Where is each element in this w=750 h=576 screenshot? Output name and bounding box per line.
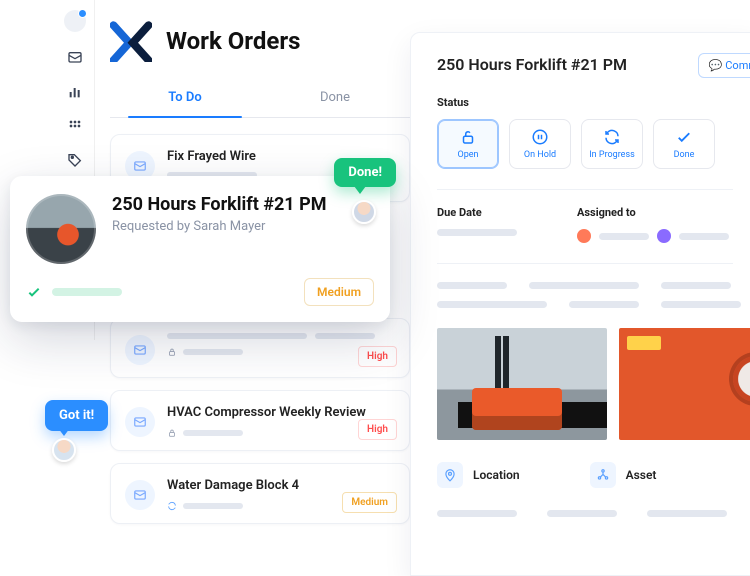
status-onhold-button[interactable]: On Hold	[509, 119, 571, 169]
work-order-card[interactable]: Water Damage Block 4 Medium	[110, 463, 410, 524]
priority-pill: Medium	[304, 278, 374, 306]
envelope-icon	[125, 407, 155, 437]
assigned-to-label: Assigned to	[577, 206, 729, 219]
inbox-icon[interactable]	[67, 50, 83, 66]
attachment-image[interactable]	[619, 328, 750, 440]
unlock-icon	[459, 128, 477, 146]
attachment-image[interactable]	[437, 328, 607, 440]
assignee-avatar[interactable]	[657, 229, 671, 243]
work-order-detail-panel: 250 Hours Forklift #21 PM 💬 Comm Status …	[410, 32, 750, 576]
refresh-icon	[603, 128, 621, 146]
priority-badge: High	[358, 346, 397, 367]
list-tabs: To Do Done	[110, 80, 410, 118]
gotit-pill: Got it!	[45, 400, 108, 431]
logo-icon	[110, 20, 152, 62]
page-title: Work Orders	[166, 27, 300, 55]
priority-badge: High	[358, 419, 397, 440]
done-pill: Done!	[334, 158, 396, 187]
asset-icon	[590, 462, 616, 488]
chart-icon[interactable]	[67, 84, 83, 100]
pause-icon	[531, 128, 549, 146]
commenter-avatar	[352, 200, 376, 224]
due-date-label: Due Date	[437, 206, 517, 219]
tag-icon[interactable]	[67, 152, 83, 168]
envelope-icon	[125, 335, 155, 365]
status-inprogress-button[interactable]: In Progress	[581, 119, 643, 169]
tab-done[interactable]: Done	[260, 80, 410, 117]
grid-icon[interactable]	[67, 118, 83, 134]
work-order-card[interactable]: High	[110, 318, 410, 378]
work-order-card[interactable]: HVAC Compressor Weekly Review High	[110, 390, 410, 451]
check-icon	[675, 128, 693, 146]
assignee-avatar[interactable]	[577, 229, 591, 243]
check-icon	[26, 284, 42, 300]
card-title: HVAC Compressor Weekly Review	[167, 405, 395, 420]
featured-title: 250 Hours Forklift #21 PM	[112, 194, 326, 215]
asset-label: Asset	[626, 468, 657, 482]
status-open-button[interactable]: Open	[437, 119, 499, 169]
nav-avatar[interactable]	[64, 10, 86, 32]
tab-todo[interactable]: To Do	[110, 80, 260, 117]
envelope-icon	[125, 480, 155, 510]
location-icon	[437, 462, 463, 488]
commenter-avatar	[52, 438, 76, 462]
work-order-thumbnail	[26, 194, 96, 264]
featured-subtitle: Requested by Sarah Mayer	[112, 219, 326, 234]
status-label: Status	[437, 96, 750, 109]
comments-button[interactable]: 💬 Comm	[698, 53, 750, 78]
featured-work-order-card[interactable]: Done! 250 Hours Forklift #21 PM Requeste…	[10, 176, 390, 322]
priority-badge: Medium	[342, 492, 397, 513]
location-label: Location	[473, 468, 520, 482]
status-done-button[interactable]: Done	[653, 119, 715, 169]
card-title: Water Damage Block 4	[167, 478, 395, 493]
